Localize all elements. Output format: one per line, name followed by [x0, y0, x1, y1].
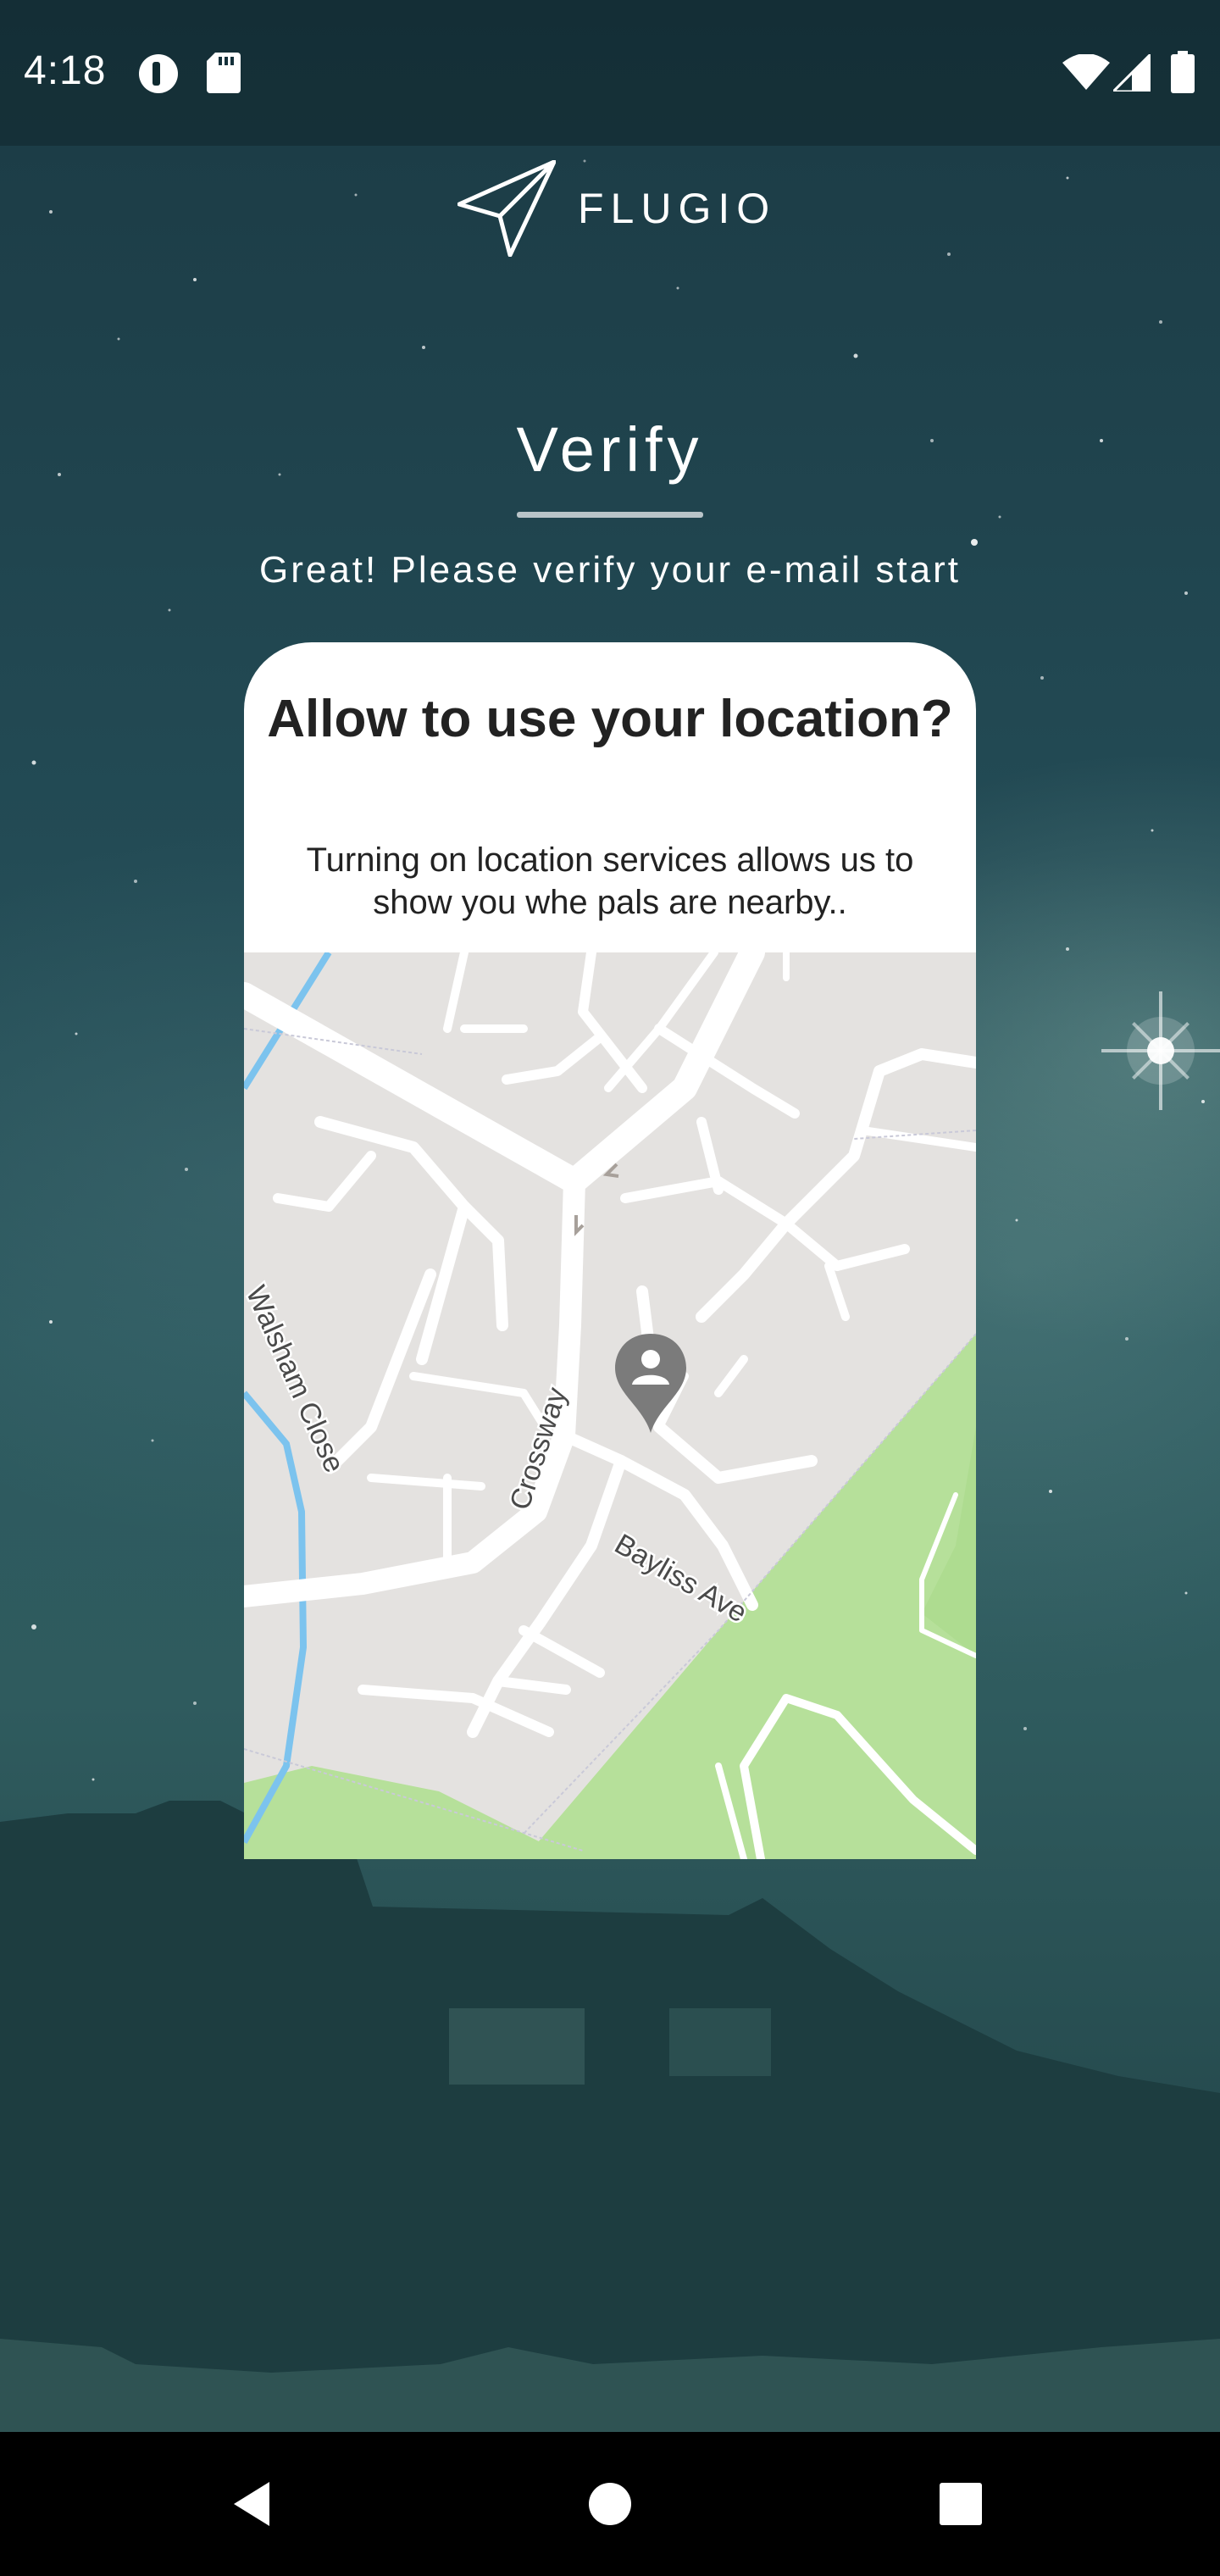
- page-title: Verify: [516, 414, 704, 485]
- navigation-bar: [0, 2432, 1220, 2576]
- title-underline: [517, 512, 703, 518]
- status-time: 4:18: [24, 48, 107, 93]
- paper-plane-icon: [458, 160, 556, 257]
- dialog-message: Turning on location services allows us t…: [306, 841, 914, 921]
- recents-icon: [940, 2483, 982, 2525]
- battery-icon: [1171, 51, 1195, 97]
- home-icon: [589, 2483, 631, 2525]
- wifi-icon: [1062, 53, 1110, 94]
- page-subtitle: Great! Please verify your e-mail start: [258, 549, 961, 591]
- location-map[interactable]: Walsham Close Crossway Bayliss Ave: [244, 952, 976, 1859]
- location-permission-dialog: Allow to use your location? Turning on l…: [244, 642, 976, 1859]
- back-button[interactable]: [216, 2466, 292, 2542]
- brand-logo: FLUGIO: [458, 158, 776, 259]
- sd-card-icon: [207, 53, 241, 97]
- cell-signal-icon: [1110, 51, 1152, 96]
- home-button[interactable]: [572, 2466, 648, 2542]
- brand-name: FLUGIO: [578, 185, 777, 232]
- dialog-title: Allow to use your location?: [267, 690, 953, 748]
- data-saver-icon: [137, 53, 180, 99]
- status-bar: 4:18: [0, 0, 1220, 146]
- back-icon: [234, 2482, 269, 2526]
- recents-button[interactable]: [923, 2466, 999, 2542]
